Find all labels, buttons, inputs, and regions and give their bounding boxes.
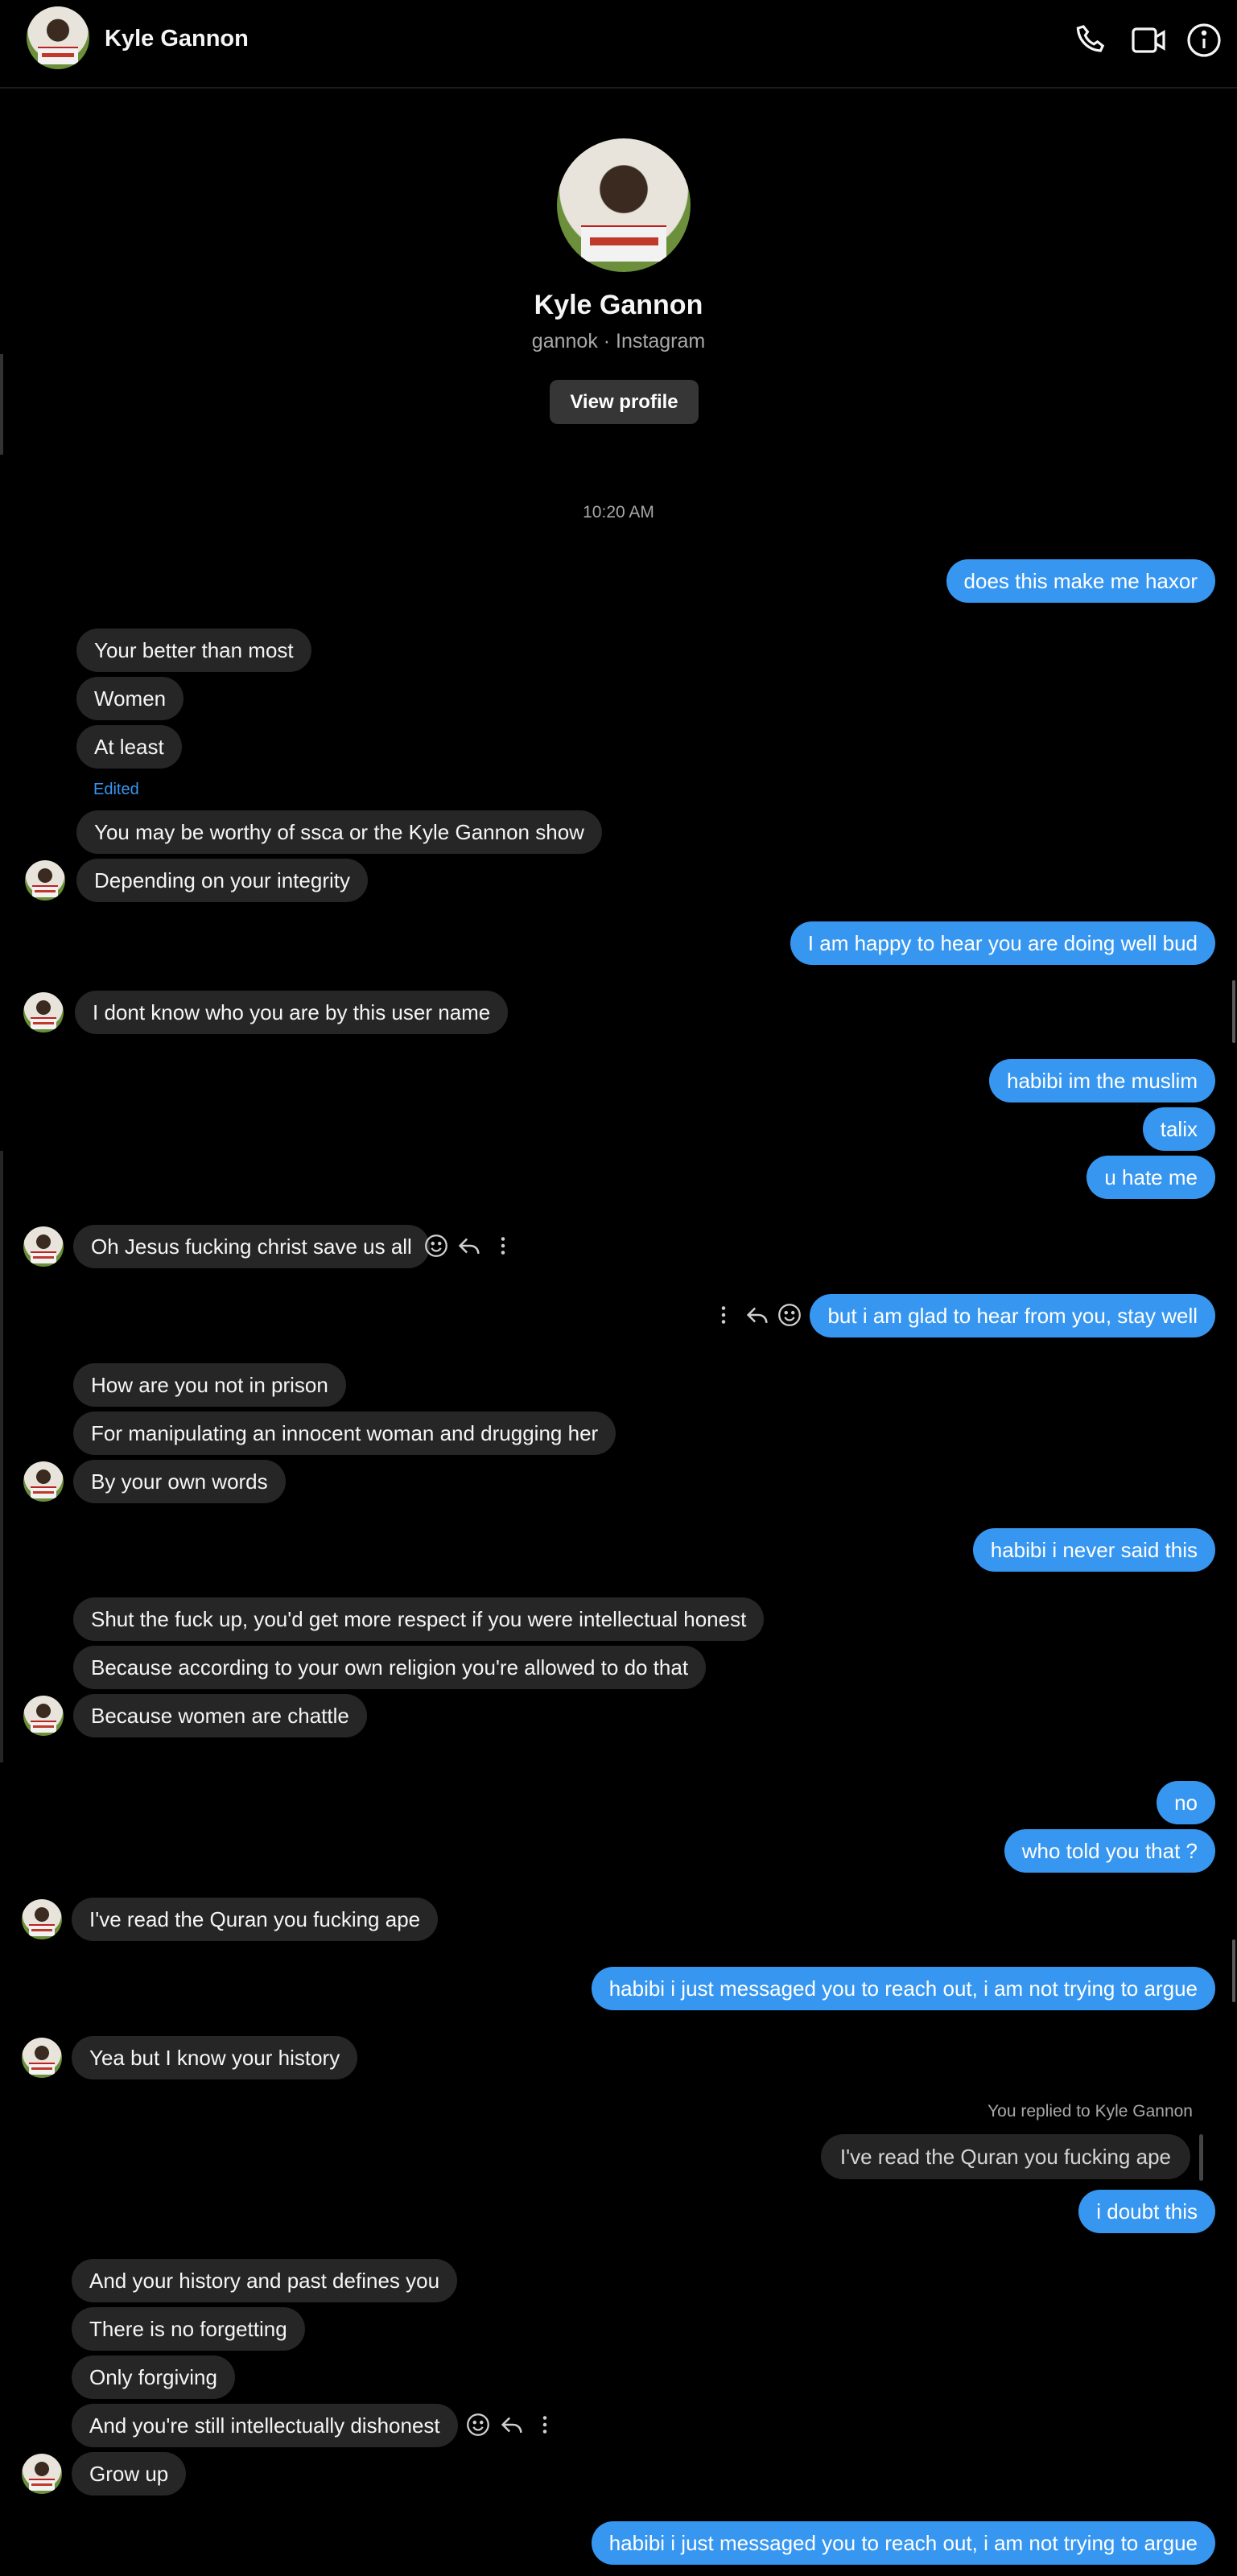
outgoing-message[interactable]: but i am glad to hear from you, stay wel… (810, 1294, 1215, 1337)
reply-context-label: You replied to Kyle Gannon (988, 2102, 1193, 2121)
chat-header: Kyle Gannon (0, 0, 1237, 89)
incoming-message[interactable]: You may be worthy of ssca or the Kyle Ga… (76, 810, 602, 854)
video-call-icon[interactable] (1129, 21, 1168, 60)
left-edge-mark (0, 354, 3, 455)
react-emoji-icon[interactable] (776, 1301, 803, 1329)
incoming-message[interactable]: Grow up (72, 2452, 187, 2496)
sender-avatar[interactable] (23, 992, 64, 1032)
outgoing-message[interactable]: does this make me haxor (946, 559, 1215, 603)
reply-icon[interactable] (498, 2411, 526, 2438)
incoming-message[interactable]: Because according to your own religion y… (73, 1646, 707, 1689)
incoming-message[interactable]: Your better than most (76, 629, 311, 672)
incoming-message[interactable]: Oh Jesus fucking christ save us all (73, 1225, 430, 1268)
profile-name: Kyle Gannon (534, 290, 703, 320)
sender-avatar[interactable] (22, 2454, 62, 2494)
outgoing-message[interactable]: I am happy to hear you are doing well bu… (790, 921, 1215, 965)
incoming-message[interactable]: And your history and past defines you (72, 2259, 458, 2302)
scrollbar-thumb[interactable] (1232, 1939, 1235, 2002)
incoming-message[interactable]: How are you not in prison (73, 1363, 346, 1407)
incoming-message[interactable]: And you're still intellectually dishones… (72, 2404, 458, 2447)
outgoing-message[interactable]: habibi i just messaged you to reach out,… (591, 1967, 1215, 2010)
incoming-message[interactable]: I've read the Quran you fucking ape (72, 1898, 439, 1941)
phone-icon[interactable] (1073, 21, 1111, 60)
info-icon[interactable] (1185, 21, 1223, 60)
outgoing-message[interactable]: u hate me (1086, 1156, 1215, 1199)
chat-title[interactable]: Kyle Gannon (105, 26, 249, 52)
profile-avatar[interactable] (557, 138, 691, 272)
quoted-message[interactable]: I've read the Quran you fucking ape (820, 2134, 1190, 2179)
left-edge-mark (0, 1151, 3, 1762)
quote-bar (1199, 2134, 1203, 2181)
react-emoji-icon[interactable] (464, 2411, 492, 2438)
outgoing-message[interactable]: talix (1142, 1107, 1215, 1151)
outgoing-message[interactable]: habibi i just messaged you to reach out,… (591, 2521, 1215, 2565)
message-timestamp: 10:20 AM (583, 503, 654, 521)
header-avatar[interactable] (27, 6, 89, 69)
incoming-message[interactable]: Depending on your integrity (76, 859, 368, 902)
more-options-icon[interactable] (489, 1232, 517, 1259)
sender-avatar[interactable] (25, 860, 65, 901)
incoming-message[interactable]: By your own words (73, 1460, 286, 1503)
incoming-message[interactable]: Yea but I know your history (72, 2036, 358, 2079)
incoming-message[interactable]: Because women are chattle (73, 1694, 367, 1737)
sender-avatar[interactable] (23, 1226, 64, 1267)
outgoing-message[interactable]: i doubt this (1078, 2190, 1215, 2233)
incoming-message[interactable]: At least (76, 725, 182, 769)
outgoing-message[interactable]: habibi i never said this (972, 1528, 1215, 1572)
edited-label: Edited (93, 781, 139, 798)
outgoing-message[interactable]: no (1157, 1781, 1215, 1824)
reply-icon[interactable] (456, 1232, 483, 1259)
incoming-message[interactable]: Shut the fuck up, you'd get more respect… (73, 1597, 765, 1641)
incoming-message[interactable]: Only forgiving (72, 2355, 235, 2399)
sender-avatar[interactable] (23, 1461, 64, 1502)
incoming-message[interactable]: For manipulating an innocent woman and d… (73, 1412, 616, 1455)
incoming-message[interactable]: There is no forgetting (72, 2307, 305, 2351)
reply-icon[interactable] (744, 1301, 771, 1329)
sender-avatar[interactable] (22, 2038, 62, 2078)
outgoing-message[interactable]: who told you that ? (1004, 1829, 1215, 1873)
view-profile-button[interactable]: View profile (550, 380, 699, 424)
more-options-icon[interactable] (710, 1301, 737, 1329)
sender-avatar[interactable] (22, 1899, 62, 1939)
incoming-message[interactable]: I dont know who you are by this user nam… (75, 991, 509, 1034)
profile-subtitle: gannok · Instagram (531, 330, 706, 352)
incoming-message[interactable]: Women (76, 677, 184, 720)
react-emoji-icon[interactable] (423, 1232, 450, 1259)
outgoing-message[interactable]: habibi im the muslim (989, 1059, 1215, 1103)
sender-avatar[interactable] (23, 1696, 64, 1736)
scrollbar-thumb[interactable] (1232, 980, 1235, 1043)
more-options-icon[interactable] (531, 2411, 559, 2438)
